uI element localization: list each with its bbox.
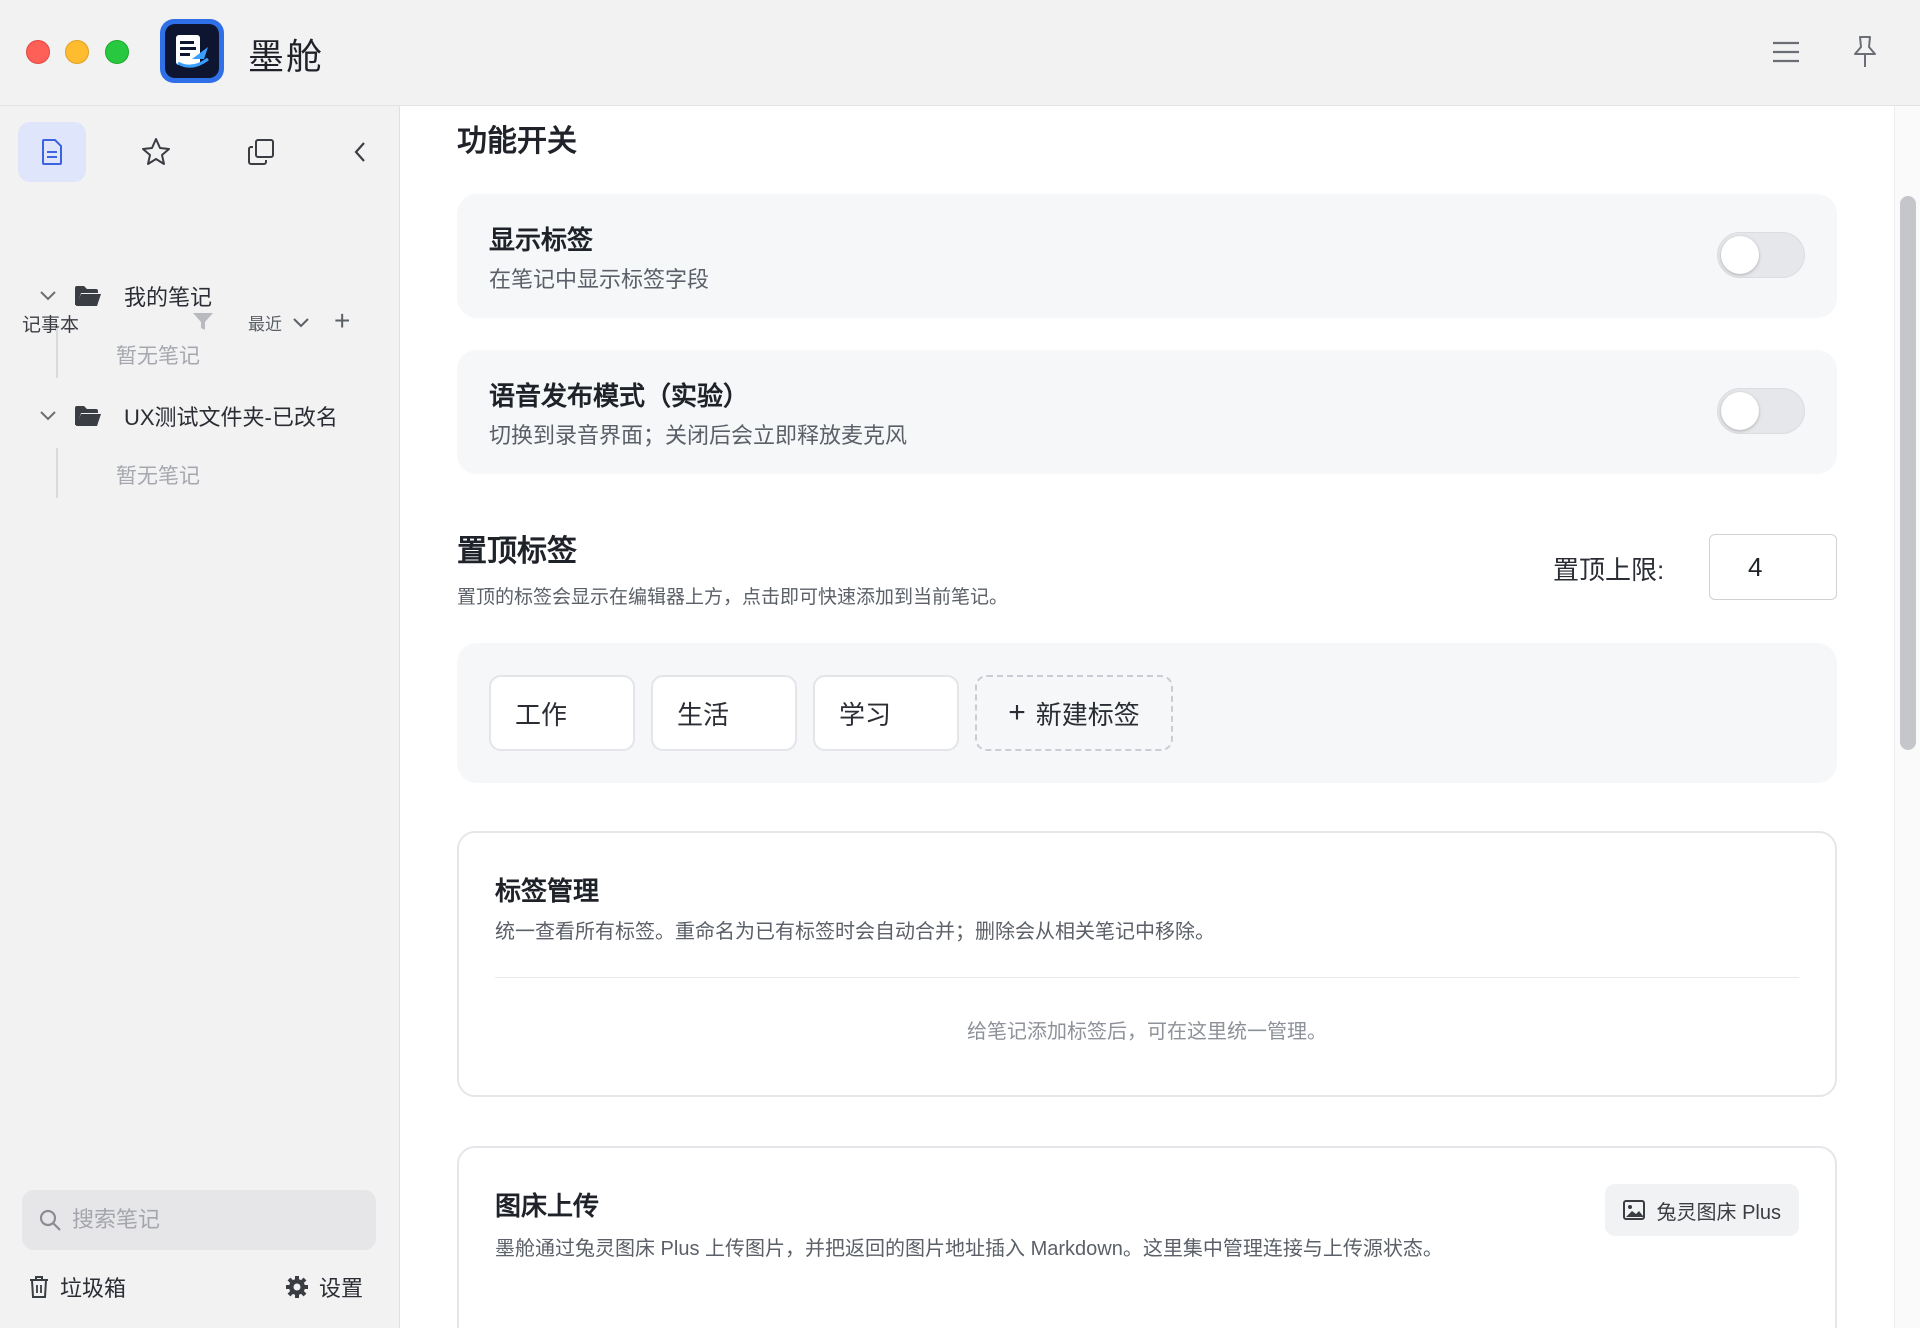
settings-label: 设置 [319, 1276, 364, 1301]
add-notebook-button[interactable]: + [334, 306, 350, 336]
plus-icon: + [1008, 696, 1026, 729]
tab-duplicate[interactable] [227, 122, 295, 182]
copy-icon [248, 139, 274, 165]
search-input[interactable] [72, 1207, 352, 1233]
tab-favorites[interactable] [122, 122, 190, 182]
tag-management-desc: 统一查看所有标签。重命名为已有标签时会自动合并；删除会从相关笔记中移除。 [495, 921, 1215, 943]
folder-item[interactable]: 我的笔记 [36, 276, 212, 316]
trash-label: 垃圾箱 [60, 1276, 127, 1301]
star-icon [142, 138, 170, 165]
chevron-left-icon [354, 142, 365, 162]
feature-title: 显示标签 [489, 225, 594, 255]
tag-management-title: 标签管理 [495, 876, 600, 906]
feature-desc: 切换到录音界面；关闭后会立即释放麦克风 [489, 423, 908, 448]
search-icon [39, 1209, 61, 1231]
sort-label: 最近 [248, 315, 282, 334]
folder-open-icon [75, 406, 101, 426]
chevron-down-icon [40, 291, 56, 301]
folder-item[interactable]: UX测试文件夹-已改名 [36, 396, 338, 436]
sidebar: 记事本 最近 + 我的笔记 暂无笔记 UX测试文件夹-已改名 暂无笔记 垃圾箱 … [0, 106, 400, 1328]
menu-icon[interactable] [1766, 32, 1806, 72]
search-box[interactable] [22, 1190, 376, 1250]
trash-button[interactable]: 垃圾箱 [28, 1270, 126, 1304]
app-title: 墨舱 [248, 36, 325, 77]
pin-icon[interactable] [1845, 32, 1885, 72]
folder-name: 我的笔记 [124, 285, 213, 310]
feature-title: 语音发布模式（实验） [489, 381, 750, 411]
image-upload-desc: 墨舱通过兔灵图床 Plus 上传图片，并把返回的图片地址插入 Markdown。… [495, 1238, 1443, 1260]
pinned-tags-heading: 置顶标签 [457, 535, 577, 568]
trash-icon [30, 1276, 48, 1298]
feature-row: 语音发布模式（实验） 切换到录音界面；关闭后会立即释放麦克风 [457, 350, 1837, 474]
gear-icon [286, 1276, 308, 1298]
sort-dropdown[interactable]: 最近 [248, 310, 310, 335]
chevron-down-icon [293, 317, 309, 327]
window-minimize-button[interactable] [65, 40, 89, 64]
new-tag-label: 新建标签 [1035, 699, 1140, 730]
collapse-sidebar-button[interactable] [330, 122, 390, 182]
settings-button[interactable]: 设置 [285, 1270, 363, 1304]
folder-open-icon [75, 286, 101, 306]
tag-management-empty: 给笔记添加标签后，可在这里统一管理。 [967, 1021, 1327, 1043]
scrollbar-thumb[interactable] [1900, 196, 1916, 750]
new-tag-button[interactable]: + 新建标签 [975, 675, 1173, 751]
window-close-button[interactable] [26, 40, 50, 64]
pinned-tags-panel: 工作 生活 学习 + 新建标签 [457, 643, 1837, 783]
feature-row: 显示标签 在笔记中显示标签字段 [457, 194, 1837, 318]
provider-button[interactable]: 兔灵图床 Plus [1604, 1184, 1799, 1236]
settings-content: 功能开关 显示标签 在笔记中显示标签字段 语音发布模式（实验） 切换到录音界面；… [401, 106, 1920, 1328]
image-upload-card: 图床上传 墨舱通过兔灵图床 Plus 上传图片，并把返回的图片地址插入 Mark… [457, 1146, 1837, 1328]
feature-desc: 在笔记中显示标签字段 [489, 267, 710, 292]
provider-label: 兔灵图床 Plus [1656, 1201, 1781, 1224]
app-logo-icon [160, 19, 224, 83]
window-maximize-button[interactable] [105, 40, 129, 64]
pin-limit-input[interactable] [1709, 534, 1837, 600]
features-heading: 功能开关 [457, 125, 577, 158]
image-icon [1622, 1200, 1645, 1220]
pin-limit-label: 置顶上限: [1553, 555, 1665, 585]
show-tags-toggle[interactable] [1717, 232, 1805, 278]
tag-management-card: 标签管理 统一查看所有标签。重命名为已有标签时会自动合并；删除会从相关笔记中移除… [457, 831, 1837, 1097]
pinned-tags-desc: 置顶的标签会显示在编辑器上方，点击即可快速添加到当前笔记。 [457, 587, 1009, 608]
tag-chip[interactable]: 学习 [813, 675, 959, 751]
document-icon [42, 139, 62, 165]
empty-note-text: 暂无笔记 [116, 345, 200, 368]
chevron-down-icon [40, 411, 56, 421]
tag-chip[interactable]: 工作 [489, 675, 635, 751]
empty-note-text: 暂无笔记 [116, 465, 200, 488]
tree-line [56, 448, 58, 498]
folder-name: UX测试文件夹-已改名 [124, 405, 338, 430]
tag-chip[interactable]: 生活 [651, 675, 797, 751]
divider [495, 977, 1799, 978]
title-bar: 墨舱 [0, 0, 1920, 106]
image-upload-title: 图床上传 [495, 1191, 600, 1221]
tree-line [56, 328, 58, 378]
scrollbar[interactable] [1894, 106, 1920, 1328]
voice-mode-toggle[interactable] [1717, 388, 1805, 434]
tab-notes[interactable] [18, 122, 86, 182]
